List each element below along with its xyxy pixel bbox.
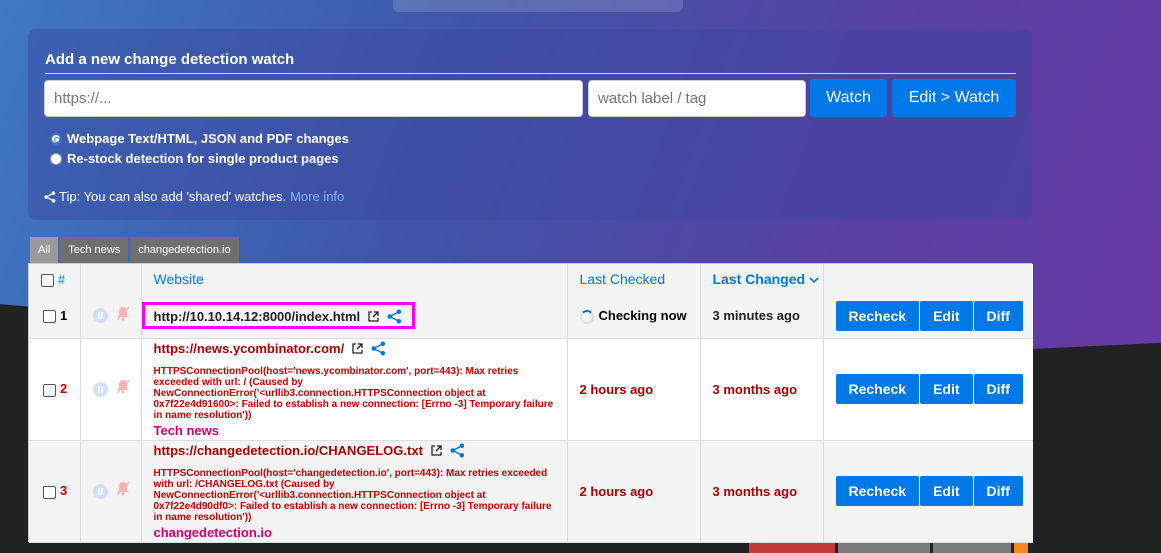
pause-icon[interactable] (92, 308, 108, 324)
tag-input[interactable] (588, 80, 806, 117)
row-number: 3 (60, 483, 68, 499)
share-icon[interactable] (387, 309, 402, 324)
diff-button[interactable]: Diff (973, 476, 1023, 506)
edit-button[interactable]: Edit (920, 476, 973, 506)
last-changed-value: 3 minutes ago (700, 294, 824, 338)
edit-button[interactable]: Edit (920, 300, 973, 331)
add-watch-title: Add a new change detection watch (45, 51, 1016, 74)
external-link-icon[interactable] (352, 342, 363, 354)
last-checked-value: 2 hours ago (567, 338, 701, 440)
share-icon (44, 190, 56, 203)
external-link-icon[interactable] (368, 311, 379, 322)
row-number: 1 (60, 308, 68, 324)
edit-watch-button[interactable]: Edit > Watch (892, 79, 1016, 117)
radio-label: Webpage Text/HTML, JSON and PDF changes (67, 131, 349, 146)
mute-notifications-icon[interactable] (116, 379, 130, 399)
tip-line: Tip: You can also add 'shared' watches. … (44, 189, 344, 204)
diff-button[interactable]: Diff (973, 300, 1023, 331)
radio-button-checked[interactable] (50, 132, 62, 145)
diff-button[interactable]: Diff (973, 374, 1023, 404)
radio-button[interactable] (50, 152, 62, 165)
mute-notifications-icon[interactable] (116, 481, 130, 501)
row-checkbox[interactable] (43, 383, 56, 397)
last-checked-value: 2 hours ago (567, 440, 701, 542)
more-info-link[interactable]: More info (290, 189, 344, 204)
header-last-changed-label: Last Changed (712, 271, 806, 287)
external-link-icon[interactable] (431, 444, 442, 456)
loading-spinner-icon (579, 309, 594, 324)
last-checked-value: Checking now (598, 307, 687, 323)
bottom-button-recheck-all[interactable] (933, 543, 1011, 553)
watch-url-link[interactable]: https://changedetection.io/CHANGELOG.txt (154, 443, 423, 458)
tag-label[interactable]: Tech news (154, 423, 555, 438)
radio-label: Re-stock detection for single product pa… (67, 151, 339, 166)
row-checkbox[interactable] (43, 485, 56, 499)
row-checkbox[interactable] (43, 310, 56, 324)
error-message: HTTPSConnectionPool(host='changedetectio… (153, 467, 552, 523)
sort-down-icon (809, 271, 819, 287)
table-row: 1 http://10.10.14.12:8000/index.html Che… (29, 294, 1033, 338)
highlighted-url-box: http://10.10.14.12:8000/index.html (141, 302, 416, 330)
radio-text-html[interactable]: Webpage Text/HTML, JSON and PDF changes (50, 131, 349, 146)
header-last-changed[interactable]: Last Changed (700, 264, 824, 294)
tab-all[interactable]: All (30, 237, 59, 263)
watch-url-link[interactable]: http://10.10.14.12:8000/index.html (154, 309, 361, 324)
header-last-checked[interactable]: Last Checked (567, 264, 701, 294)
edit-button[interactable]: Edit (920, 374, 973, 404)
recheck-button[interactable]: Recheck (835, 374, 920, 404)
top-nav-tab (393, 0, 683, 12)
pause-icon[interactable] (92, 381, 108, 397)
header-num[interactable]: # (58, 272, 65, 287)
tip-text: Tip: You can also add 'shared' watches. (59, 189, 287, 204)
row-number: 2 (60, 381, 68, 397)
table-row: 3 https://changedetection.io/CHANGELOG.t… (29, 440, 1033, 542)
share-icon[interactable] (450, 443, 465, 458)
bottom-actions (749, 543, 1028, 553)
url-input[interactable] (44, 80, 583, 117)
pause-icon[interactable] (92, 483, 108, 499)
share-icon[interactable] (371, 341, 386, 356)
mute-notifications-icon[interactable] (116, 306, 130, 326)
radio-restock[interactable]: Re-stock detection for single product pa… (50, 151, 339, 166)
table-row: 2 https://news.ycombinator.com/ HTTPSCon… (29, 338, 1033, 440)
watch-table: # Website Last Checked Last Changed 1 ht… (28, 263, 1033, 542)
tag-tabs: All Tech news changedetection.io (30, 237, 239, 263)
watch-url-link[interactable]: https://news.ycombinator.com/ (154, 341, 345, 356)
bottom-button-errors[interactable] (749, 543, 835, 553)
rss-icon[interactable] (1014, 543, 1028, 553)
header-website[interactable]: Website (141, 264, 568, 294)
tab-tech-news[interactable]: Tech news (60, 237, 129, 263)
last-changed-value: 3 months ago (700, 338, 824, 440)
error-message: HTTPSConnectionPool(host='news.ycombinat… (153, 365, 554, 421)
recheck-button[interactable]: Recheck (835, 476, 920, 506)
tab-changedetection[interactable]: changedetection.io (130, 237, 239, 263)
bottom-button-mark-viewed[interactable] (838, 543, 930, 553)
recheck-button[interactable]: Recheck (835, 300, 920, 331)
select-all-checkbox[interactable] (41, 273, 54, 287)
tag-label[interactable]: changedetection.io (154, 525, 555, 540)
watch-button[interactable]: Watch (810, 79, 887, 117)
last-changed-value: 3 months ago (700, 440, 824, 542)
